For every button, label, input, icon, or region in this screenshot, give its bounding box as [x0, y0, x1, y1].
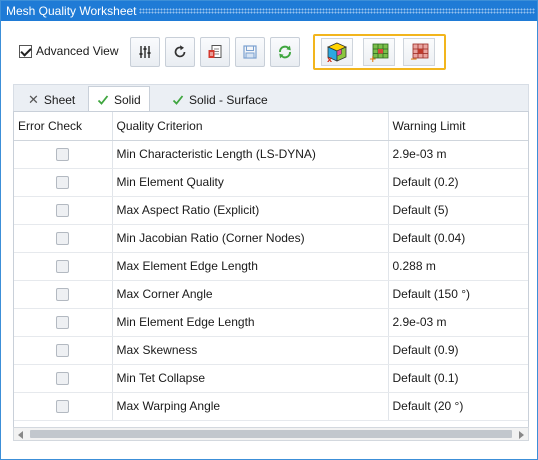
error-check-checkbox[interactable] [56, 148, 70, 162]
error-check-cell [14, 336, 113, 365]
tab-solid-surface[interactable]: Solid - Surface [164, 87, 276, 113]
table-row[interactable]: Min Element Edge Length 2.9e-03 m [14, 308, 528, 337]
toolbar: Advanced View x + − [1, 21, 537, 79]
checkmark-icon [97, 95, 109, 105]
error-check-checkbox[interactable] [56, 260, 70, 274]
error-check-cell [14, 252, 113, 281]
error-check-checkbox[interactable] [56, 372, 70, 386]
table-row[interactable]: Max Aspect Ratio (Explicit) Default (5) [14, 196, 528, 225]
criteria-settings-button[interactable] [130, 37, 160, 67]
mesh-remove-icon: − [410, 43, 429, 63]
tab-solid[interactable]: Solid [88, 86, 150, 114]
scroll-left-icon[interactable] [18, 431, 23, 439]
warning-limit-cell[interactable]: Default (150 °) [388, 280, 528, 309]
error-check-cell [14, 392, 113, 421]
error-check-checkbox[interactable] [56, 344, 70, 358]
tab-solid-surface-label: Solid - Surface [189, 93, 268, 107]
svg-text:−: − [410, 55, 418, 63]
table-row[interactable]: Min Element Quality Default (0.2) [14, 168, 528, 197]
scrollbar-thumb[interactable] [30, 430, 512, 438]
checkmark-icon [172, 95, 184, 105]
error-check-checkbox[interactable] [56, 400, 70, 414]
quality-criterion-cell[interactable]: Max Corner Angle [112, 280, 389, 309]
column-header-warning-limit[interactable]: Warning Limit [388, 112, 528, 141]
update-button[interactable] [270, 37, 300, 67]
quality-criterion-cell[interactable]: Max Element Edge Length [112, 252, 389, 281]
advanced-view-toggle[interactable]: Advanced View [19, 44, 119, 58]
mesh-cube-remove-icon: x [327, 42, 347, 63]
tab-solid-label: Solid [114, 93, 141, 107]
error-check-cell [14, 196, 113, 225]
quality-criteria-grid: Error Check Quality Criterion Warning Li… [13, 111, 529, 441]
quality-criterion-cell[interactable]: Max Skewness [112, 336, 389, 365]
close-icon: ✕ [28, 92, 39, 107]
table-row[interactable]: Max Skewness Default (0.9) [14, 336, 528, 365]
save-button[interactable] [235, 37, 265, 67]
warning-limit-cell[interactable]: 0.288 m [388, 252, 528, 281]
export-document-icon [208, 45, 222, 58]
warning-limit-cell[interactable]: 2.9e-03 m [388, 308, 528, 337]
mesh-add-button[interactable]: + [363, 38, 395, 66]
export-button[interactable] [200, 37, 230, 67]
error-check-cell [14, 224, 113, 253]
quality-criterion-cell[interactable]: Min Characteristic Length (LS-DYNA) [112, 140, 389, 169]
horizontal-scrollbar[interactable] [13, 427, 529, 441]
warning-limit-cell[interactable]: Default (0.2) [388, 168, 528, 197]
mesh-quality-window: Mesh Quality Worksheet Advanced View x +… [0, 0, 538, 460]
mesh-add-icon: + [369, 43, 389, 63]
table-row[interactable]: Min Characteristic Length (LS-DYNA) 2.9e-… [14, 140, 528, 169]
advanced-view-label: Advanced View [36, 44, 119, 58]
warning-limit-cell[interactable]: 2.9e-03 m [388, 140, 528, 169]
window-title: Mesh Quality Worksheet [6, 4, 137, 18]
table-row[interactable]: Max Element Edge Length 0.288 m [14, 252, 528, 281]
advanced-view-checkbox[interactable] [19, 44, 32, 58]
sliders-icon [139, 46, 151, 58]
quality-criterion-cell[interactable]: Min Tet Collapse [112, 364, 389, 393]
tab-strip: ✕ Sheet Solid Solid - Surface [13, 84, 529, 114]
quality-criterion-cell[interactable]: Max Warping Angle [112, 392, 389, 421]
error-check-checkbox[interactable] [56, 316, 70, 330]
warning-limit-cell[interactable]: Default (20 °) [388, 392, 528, 421]
quality-criterion-cell[interactable]: Min Element Edge Length [112, 308, 389, 337]
reset-button[interactable] [165, 37, 195, 67]
error-check-checkbox[interactable] [56, 288, 70, 302]
error-check-cell [14, 280, 113, 309]
table-row[interactable]: Min Jacobian Ratio (Corner Nodes) Default… [14, 224, 528, 253]
quality-criterion-cell[interactable]: Max Aspect Ratio (Explicit) [112, 196, 389, 225]
title-bar[interactable]: Mesh Quality Worksheet [1, 1, 537, 21]
warning-limit-cell[interactable]: Default (5) [388, 196, 528, 225]
quality-criterion-cell[interactable]: Min Jacobian Ratio (Corner Nodes) [112, 224, 389, 253]
refresh-icon [174, 45, 186, 58]
warning-limit-cell[interactable]: Default (0.9) [388, 336, 528, 365]
table-row[interactable]: Min Tet Collapse Default (0.1) [14, 364, 528, 393]
error-check-cell [14, 364, 113, 393]
scroll-right-icon[interactable] [519, 431, 524, 439]
update-icon [279, 45, 291, 59]
error-check-cell [14, 168, 113, 197]
error-check-cell [14, 140, 113, 169]
table-header-row: Error Check Quality Criterion Warning Li… [14, 112, 528, 141]
error-check-checkbox[interactable] [56, 232, 70, 246]
save-icon [243, 45, 257, 59]
table-row[interactable]: Max Corner Angle Default (150 °) [14, 280, 528, 309]
title-bar-grip [139, 8, 535, 14]
tab-sheet[interactable]: ✕ Sheet [20, 87, 83, 113]
tab-sheet-label: Sheet [43, 93, 76, 107]
mesh-cube-remove-button[interactable]: x [321, 38, 353, 66]
warning-limit-cell[interactable]: Default (0.1) [388, 364, 528, 393]
column-header-error-check[interactable]: Error Check [14, 112, 113, 141]
warning-limit-cell[interactable]: Default (0.04) [388, 224, 528, 253]
quality-criterion-cell[interactable]: Min Element Quality [112, 168, 389, 197]
error-check-cell [14, 308, 113, 337]
svg-text:x: x [327, 55, 333, 63]
error-check-checkbox[interactable] [56, 204, 70, 218]
mesh-remove-button[interactable]: − [403, 38, 435, 66]
error-check-checkbox[interactable] [56, 176, 70, 190]
column-header-quality-criterion[interactable]: Quality Criterion [112, 112, 389, 141]
table-row[interactable]: Max Warping Angle Default (20 °) [14, 392, 528, 421]
svg-text:+: + [369, 55, 377, 63]
